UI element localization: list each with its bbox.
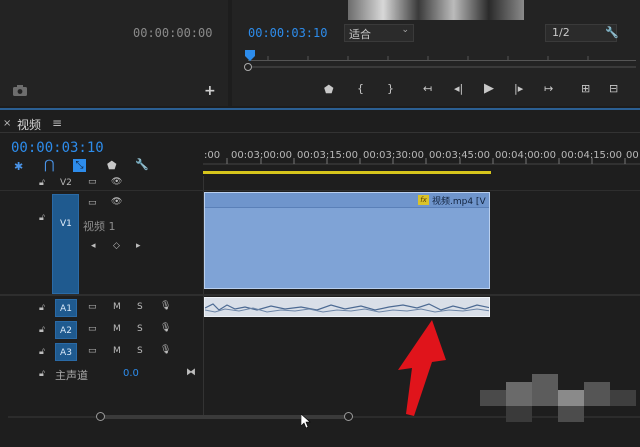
solo-button[interactable]: S <box>137 302 143 312</box>
add-marker-icon[interactable]: ⬟ <box>324 84 334 95</box>
track-v1-header: 🔓︎ V1 视频 1 ▭ 👁︎ ◂ ◇ ▸ <box>0 191 203 294</box>
program-scrubber[interactable] <box>248 52 636 61</box>
program-monitor: 00:00:03:10 适合 ⌄ 1/2 ⌄ 🔧 ⬟ { } ↤ ◂| ▶ |▸… <box>232 0 640 106</box>
add-button-icon[interactable]: + <box>204 84 216 98</box>
annotation-arrow <box>398 320 446 416</box>
scrollbar-handle-right[interactable] <box>344 412 353 421</box>
eye-icon[interactable]: 👁︎ <box>111 177 122 187</box>
source-monitor: 00:00:00:00 + <box>0 0 228 106</box>
ruler-label: 00:03:30:00 <box>363 150 425 161</box>
microphone-icon[interactable]: 🎙︎ <box>160 301 171 311</box>
step-forward-icon[interactable]: |▸ <box>514 83 523 94</box>
track-v2-label: V2 <box>60 178 72 188</box>
close-tab-icon[interactable]: × <box>3 118 11 129</box>
fit-dropdown[interactable]: 适合 ⌄ <box>344 24 414 42</box>
track-a3-header: 🔓︎ A3 ▭ M S 🎙︎ <box>0 341 203 363</box>
film-icon[interactable]: ▭ <box>88 324 97 334</box>
lock-icon[interactable]: 🔓︎ <box>39 347 45 357</box>
mute-button[interactable]: M <box>113 302 121 312</box>
track-a2-header: 🔓︎ A2 ▭ M S 🎙︎ <box>0 319 203 341</box>
track-a1-target[interactable]: A1 <box>55 299 77 317</box>
tab-underline <box>0 132 640 133</box>
lift-icon[interactable]: ⊞ <box>581 83 590 94</box>
wrench-icon[interactable]: 🔧 <box>135 159 149 170</box>
blurred-watermark <box>480 374 636 422</box>
audio-waveform <box>205 303 489 313</box>
chevron-down-icon: ⌄ <box>401 25 409 35</box>
go-to-end-icon[interactable]: ⧓ <box>186 367 196 378</box>
video-clip-label: 视频.mp4 [V <box>432 197 486 207</box>
tab-menu-icon[interactable]: ≡ <box>52 116 62 130</box>
solo-button[interactable]: S <box>137 324 143 334</box>
track-master-header: 🔓︎ 主声道 0.0 ⧓ <box>0 364 203 386</box>
source-timecode: 00:00:00:00 <box>133 26 213 40</box>
mute-button[interactable]: M <box>113 324 121 334</box>
ruler-label: :00 <box>204 150 221 161</box>
track-v1-name: 视频 1 <box>83 220 116 233</box>
snap-magnet-icon[interactable]: ⋂ <box>44 159 55 172</box>
resolution-dropdown-value: 1/2 <box>552 26 570 39</box>
track-a3-target[interactable]: A3 <box>55 343 77 361</box>
nest-toggle-icon[interactable]: ✱ <box>14 161 23 172</box>
go-to-in-icon[interactable]: ↤ <box>423 83 432 94</box>
film-icon[interactable]: ▭ <box>88 302 97 312</box>
lock-icon[interactable]: 🔓︎ <box>39 369 45 379</box>
zoom-scroll-handle[interactable] <box>244 63 252 71</box>
scrollbar-handle-left[interactable] <box>96 412 105 421</box>
track-v1-target[interactable]: V1 <box>52 194 79 294</box>
ruler-label: 00:04:00:00 <box>495 150 557 161</box>
lock-icon[interactable]: 🔓︎ <box>39 303 45 313</box>
eye-icon[interactable]: 👁︎ <box>111 197 122 207</box>
track-a2-target[interactable]: A2 <box>55 321 77 339</box>
microphone-icon[interactable]: 🎙︎ <box>160 345 171 355</box>
microphone-icon[interactable]: 🎙︎ <box>160 323 171 333</box>
fit-dropdown-value: 适合 <box>349 28 371 41</box>
ruler-label: 00 <box>626 150 639 161</box>
track-separator <box>0 294 640 296</box>
fx-badge: fx <box>418 195 429 205</box>
ruler-label: 00:03:15:00 <box>297 150 359 161</box>
mouse-cursor <box>301 414 311 428</box>
tab-timeline[interactable]: 视频 <box>17 116 41 133</box>
step-back-icon[interactable]: ◂| <box>454 83 463 94</box>
camera-icon[interactable] <box>13 85 27 98</box>
video-preview-image <box>348 0 524 20</box>
play-icon[interactable]: ▶ <box>484 82 494 95</box>
program-timecode: 00:00:03:10 <box>248 26 328 40</box>
film-icon[interactable]: ▭ <box>88 177 97 187</box>
go-to-out-icon[interactable]: ↦ <box>544 83 553 94</box>
add-keyframe-icon[interactable]: ◇ <box>113 241 120 251</box>
extract-icon[interactable]: ⊟ <box>609 83 618 94</box>
zoom-scroll-bar[interactable] <box>248 66 636 68</box>
ruler-label: 00:04:15:00 <box>561 150 623 161</box>
solo-button[interactable]: S <box>137 346 143 356</box>
add-marker-icon[interactable]: ⬟ <box>107 160 117 171</box>
master-volume-value[interactable]: 0.0 <box>123 368 139 379</box>
track-v1-label: V1 <box>60 219 72 229</box>
prev-keyframe-icon[interactable]: ◂ <box>91 241 96 251</box>
wrench-icon[interactable]: 🔧 <box>605 27 619 38</box>
lock-icon[interactable]: 🔓︎ <box>39 213 45 223</box>
track-a1-header: 🔓︎ A1 ▭ M S 🎙︎ <box>0 297 203 319</box>
mark-out-icon[interactable]: } <box>387 83 394 94</box>
playhead-marker[interactable] <box>245 50 255 62</box>
next-keyframe-icon[interactable]: ▸ <box>136 241 141 251</box>
film-icon[interactable]: ▭ <box>88 198 97 208</box>
linked-selection-icon[interactable]: ⤡ <box>73 159 86 172</box>
work-area-bar[interactable] <box>203 171 491 174</box>
mark-in-icon[interactable]: { <box>357 83 364 94</box>
ruler-label: 00:03:00:00 <box>231 150 293 161</box>
audio-clip[interactable] <box>204 297 490 317</box>
master-track-label: 主声道 <box>55 369 88 382</box>
timeline-timecode[interactable]: 00:00:03:10 <box>11 140 104 156</box>
film-icon[interactable]: ▭ <box>88 346 97 356</box>
video-clip[interactable]: fx 视频.mp4 [V <box>204 192 490 289</box>
ruler-label: 00:03:45:00 <box>429 150 491 161</box>
lock-icon[interactable]: 🔓︎ <box>39 178 45 188</box>
mute-button[interactable]: M <box>113 346 121 356</box>
lock-icon[interactable]: 🔓︎ <box>39 325 45 335</box>
